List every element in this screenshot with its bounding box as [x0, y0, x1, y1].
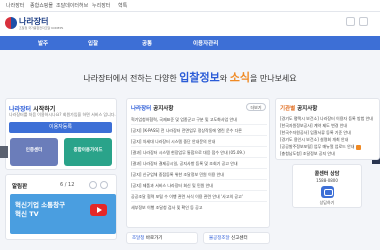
chat-icon[interactable]: [321, 186, 334, 198]
notice-title: 나라장터 공지사항: [131, 104, 173, 112]
popup-next-icon[interactable]: [100, 181, 108, 189]
left-side-tab[interactable]: [0, 146, 8, 158]
institution-notice-item[interactable]: [경기도 평택시 보건소] 나라장터 이용자 등록 방법 안내: [280, 116, 380, 122]
site-header: [0, 12, 380, 36]
notice-item[interactable]: [공지] [K-PASS] 전 나라장터 전면업무 정상작동에 열린 운수 다른: [131, 128, 267, 134]
nav-item-ordering[interactable]: 발주: [38, 39, 48, 47]
youtube-play-icon: [90, 204, 107, 216]
institution-notice-title-rest: 공지사항: [295, 106, 318, 112]
popup-zone-title: 알림판: [12, 184, 28, 190]
hero-text-mid: 와: [219, 74, 228, 83]
popup-banner-text: 혁신기업 소통창구 혁신 TV: [15, 201, 65, 219]
institution-notice-item[interactable]: [충청남도청] 조달정보 공지 안내: [280, 151, 380, 157]
nav-item-user-management[interactable]: 이용자관리: [193, 39, 218, 47]
popup-banner-line2: 혁신 TV: [15, 210, 39, 218]
notice-title-brand: 나라장터: [131, 106, 152, 112]
notice-divider: [131, 190, 267, 191]
institution-notice-brand: 기관별: [280, 106, 296, 112]
notice-item[interactable]: 공공조달 협력 포털 수 이행 관련 서식 이용 관련 안내 '사고의 공고': [131, 194, 267, 200]
logo-subtitle: 조달청 국가종합전자조달 KONEPS: [19, 26, 64, 30]
certificate-center-tile[interactable]: 인증센터: [10, 138, 58, 166]
popup-pause-icon[interactable]: [89, 181, 97, 189]
pps-shortcut-rest: 바로가기: [144, 236, 163, 241]
consultation-title: 콜센터 상담: [314, 171, 340, 177]
topbar-link-hyeoktok[interactable]: 혁톡: [118, 2, 127, 9]
unfair-report-link[interactable]: 불공정조달 신고센터: [203, 232, 270, 244]
topbar-link-narajangteo[interactable]: 나라장터: [6, 2, 24, 9]
notice-more-button[interactable]: 더보기: [246, 103, 266, 111]
notice-divider: [131, 135, 267, 136]
popup-page-indicator: 6 / 12: [60, 182, 75, 188]
user-guide-tile[interactable]: 종합이용가이드: [64, 138, 112, 166]
hero-text-pre: 나라장터에서 전하는 다양한: [83, 74, 177, 83]
unfair-report-rest: 신고센터: [229, 236, 248, 241]
main-navigation: 발주 입찰 공통 이용자관리: [0, 36, 380, 50]
nav-item-bidding[interactable]: 입찰: [88, 39, 98, 47]
pps-shortcut-brand: 조달청: [132, 236, 145, 241]
topbar-link-shopping-mall[interactable]: 종합쇼핑몰: [30, 2, 53, 9]
institution-notice-item[interactable]: [경기도 용인시 보건소] 설명회 개최 안내: [280, 137, 380, 143]
popup-banner[interactable]: 혁신기업 소통창구 혁신 TV: [10, 194, 116, 234]
notice-item[interactable]: [공지] 차세대 나라장터 시스템 중단 안내문의 안내: [131, 139, 267, 145]
top-utility-bar: 나라장터 종합쇼핑몰 조달데이터허브 누리장터 혁톡: [0, 0, 380, 12]
notice-divider: [131, 124, 267, 125]
notice-item[interactable]: 세부정보 이행 조달청 검사 및 확인 등 공고: [131, 205, 267, 211]
notice-item[interactable]: [공지] 제품과 서비스 나라장터 회신 및 민원 안내: [131, 183, 267, 189]
sitemap-icon[interactable]: [346, 17, 355, 26]
popup-banner-line1: 혁신기업 소통창구: [15, 201, 66, 209]
hero-highlight-bid: 입찰정보: [179, 71, 220, 84]
pps-shortcut-link[interactable]: 조달청 바로가기: [126, 232, 198, 244]
topbar-link-data-hub[interactable]: 조달데이터허브: [56, 2, 88, 9]
consultation-phone: 1588-0800: [316, 178, 338, 183]
nav-item-common[interactable]: 공통: [142, 39, 152, 47]
notice-item[interactable]: 혁기업청하협력, 국제표준 및 업종군고 구분 및 고도화사업 안내: [131, 117, 267, 123]
search-icon[interactable]: [359, 17, 368, 26]
institution-notice-title: 기관별 공지사항: [280, 104, 317, 112]
hero-highlight-news: 소식: [229, 71, 250, 84]
institution-notice-item[interactable]: [한국자원정보공사] 계약 제도 변경 안내: [280, 123, 380, 129]
institution-notice-item-text: [공공발주정보포털] 업무 매뉴얼 업로드 안내: [280, 144, 355, 149]
notice-divider: [131, 179, 267, 180]
notice-divider: [131, 157, 267, 158]
institution-notice-item[interactable]: [한국수자원공사] 입찰서류 등록 기준 안내: [280, 130, 380, 136]
user-registration-button[interactable]: 이용자등록: [9, 122, 112, 133]
notice-divider: [131, 168, 267, 169]
notice-divider: [131, 201, 267, 202]
new-badge-icon: [356, 144, 362, 150]
institution-notice-item[interactable]: [공공발주정보포털] 업무 매뉴얼 업로드 안내: [280, 144, 380, 150]
notice-item[interactable]: [결과] 나라장터 결제공시일, 공지사항 등록 및 조회기 공고 안내: [131, 161, 267, 167]
topbar-link-nurijangteo[interactable]: 누리장터: [92, 2, 110, 9]
hero-text-post: 을 만나보세요: [249, 74, 297, 83]
consultation-button[interactable]: 상담하기: [297, 200, 357, 206]
notice-divider: [131, 146, 267, 147]
unfair-report-brand: 불공정조달: [209, 236, 230, 241]
notice-item[interactable]: [결과] 나라장터 시스템 현장업무 통합으로 대응 접수 안내 (05.09.…: [131, 150, 267, 156]
hero-headline: 나라장터에서 전하는 다양한 입찰정보와 소식을 만나보세요: [0, 69, 380, 85]
notice-item[interactable]: [공지] 신규업체 중점등록 위한 조달정보 민원 이용 안내: [131, 172, 267, 178]
getting-started-desc: 나라장터를 처음 이용하시나요? 회원가입을 하면 서비스 입니다.: [9, 112, 116, 117]
logo-icon[interactable]: [5, 17, 17, 29]
notice-title-rest: 공지사항: [151, 106, 174, 112]
